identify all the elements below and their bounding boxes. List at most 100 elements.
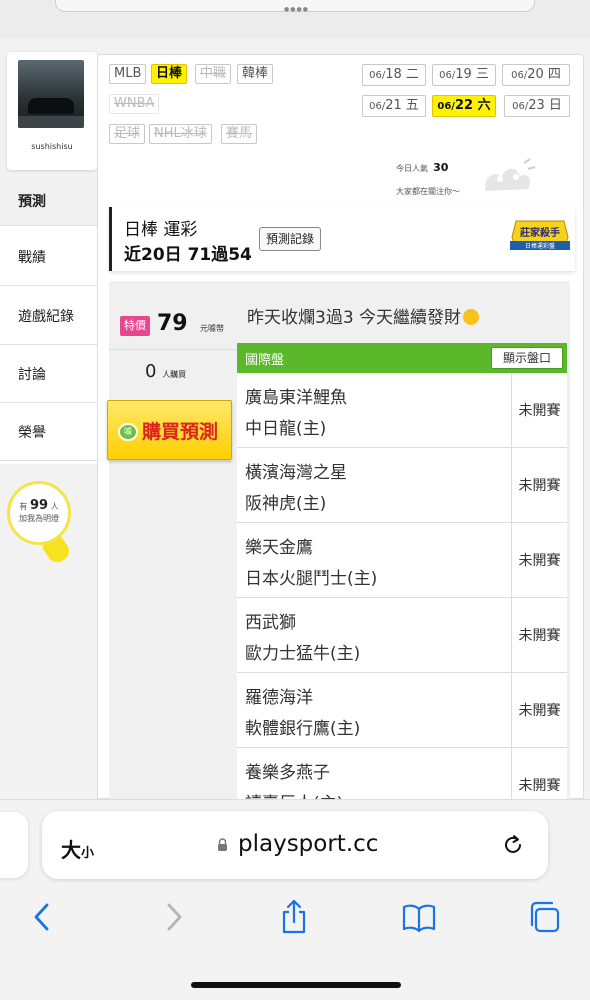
table-row[interactable]: 西武獅 歐力士猛牛(主) 未開賽 <box>237 598 567 673</box>
home-team: 中日龍(主) <box>245 419 327 439</box>
table-row[interactable]: 橫濱海灣之星 阪神虎(主) 未開賽 <box>237 448 567 523</box>
prediction-category: 日棒 運彩 <box>124 220 198 240</box>
date-weekday: 五 <box>405 98 419 113</box>
date-month: 06/ <box>439 70 456 81</box>
special-price-tag: 特價 <box>120 316 150 336</box>
league-tag-horse-racing: 賽馬 <box>221 124 258 144</box>
league-tag-cpbl: 中職 <box>195 64 232 84</box>
game-status: 未開賽 <box>511 448 567 522</box>
market-label: 國際盤 <box>245 353 285 368</box>
game-status: 未開賽 <box>511 748 567 799</box>
forward-icon <box>167 903 182 931</box>
game-status: 未開賽 <box>511 673 567 747</box>
buy-prediction-label: 購買預測 <box>142 421 219 443</box>
price-unit: 元噱幣 <box>200 324 224 333</box>
away-team: 養樂多燕子 <box>245 763 330 783</box>
date-0620[interactable]: 06/20 四 <box>502 64 570 86</box>
table-row[interactable]: 樂天金鷹 日本火腿鬥士(主) 未開賽 <box>237 523 567 598</box>
text-size-button[interactable]: 大小 <box>61 834 94 863</box>
bookmaker-killer-badge-icon: 莊家殺手 日棒運彩盤 <box>510 220 570 250</box>
buy-prediction-button[interactable]: 噱 購買預測 <box>107 400 232 460</box>
table-row[interactable]: 廣島東洋鯉魚 中日龍(主) 未開賽 <box>237 373 567 448</box>
date-0618[interactable]: 06/18 二 <box>362 64 426 86</box>
popularity-today: 今日人氣 30 <box>396 161 448 174</box>
home-team: 阪神虎(主) <box>245 494 327 514</box>
money-face-emoji-icon <box>463 309 480 325</box>
away-team: 廣島東洋鯉魚 <box>245 388 347 408</box>
show-odds-button[interactable]: 顯示盤口 <box>491 347 563 369</box>
coin-icon: 噱 <box>118 423 138 441</box>
date-weekday: 三 <box>475 67 489 82</box>
lock-icon <box>218 838 227 851</box>
sidebar-item-game-log[interactable]: 遊戲紀錄 <box>0 287 98 345</box>
prediction-history-button[interactable]: 預測記錄 <box>259 227 322 251</box>
table-row[interactable]: 養樂多燕子 讀賣巨人(主) 未開賽 <box>237 748 567 799</box>
game-status: 未開賽 <box>511 373 567 447</box>
league-tag-npb[interactable]: 日棒 <box>151 64 188 84</box>
bookmarks-icon[interactable] <box>401 899 437 935</box>
home-team: 讀賣巨人(主) <box>245 789 343 799</box>
avatar-road <box>18 116 84 128</box>
league-tag-mlb[interactable]: MLB <box>109 64 147 84</box>
address-bar[interactable]: 大小 playsport.cc <box>42 811 548 879</box>
sidebar-item-predictions[interactable]: 預測 <box>0 176 98 226</box>
back-icon[interactable] <box>25 899 61 935</box>
price-amount: 79 <box>157 311 188 336</box>
games-table-header: 國際盤 顯示盤口 <box>237 343 567 373</box>
tabs-icon[interactable] <box>526 899 562 935</box>
badge-title: 莊家殺手 <box>519 226 560 239</box>
date-day: 23 <box>528 98 545 113</box>
badge-subtitle: 日棒運彩盤 <box>525 242 555 250</box>
date-day: 19 <box>455 67 472 82</box>
fans-prefix: 有 <box>19 502 28 511</box>
date-0621[interactable]: 06/21 五 <box>362 95 426 117</box>
sidebar-item-discussion[interactable]: 討論 <box>0 345 98 403</box>
buyer-count-unit: 人購買 <box>162 370 187 379</box>
table-row[interactable]: 羅德海洋 軟體銀行鷹(主) 未開賽 <box>237 673 567 748</box>
fans-count: 99 <box>29 498 49 513</box>
sidebar-item-honors[interactable]: 榮譽 <box>0 403 98 461</box>
game-status: 未開賽 <box>511 523 567 597</box>
date-weekday: 四 <box>547 67 561 82</box>
fans-caption: 加我為明燈 <box>19 514 59 523</box>
games-table: 國際盤 顯示盤口 廣島東洋鯉魚 中日龍(主) 未開賽 橫濱海灣之星 阪神虎(主)… <box>237 343 567 799</box>
date-weekday: 二 <box>405 67 419 82</box>
date-month: 06/ <box>369 101 386 112</box>
date-month: 06/ <box>511 70 528 81</box>
buyer-count: 0 人購買 <box>145 361 186 382</box>
fans-lightbulb[interactable]: 有 99 人 加我為明燈 <box>7 481 71 545</box>
username[interactable]: sushishisu <box>7 142 97 151</box>
browser-toolbar: 大小 playsport.cc <box>0 799 590 1000</box>
fans-unit: 人 <box>50 502 59 511</box>
text-size-small: 小 <box>81 846 95 861</box>
sidebar-menu: 預測 戰績 遊戲紀錄 討論 榮譽 <box>0 176 98 464</box>
share-icon[interactable] <box>276 899 312 935</box>
date-0622[interactable]: 06/22 六 <box>432 95 496 117</box>
divider <box>109 349 237 350</box>
date-day: 22 <box>454 98 474 113</box>
page-top-strip: ●●●● <box>0 0 590 38</box>
date-month: 06/ <box>369 70 386 81</box>
home-indicator <box>191 982 401 988</box>
date-0619[interactable]: 06/19 三 <box>432 64 496 86</box>
date-0623[interactable]: 06/23 日 <box>504 95 570 117</box>
popularity-label: 今日人氣 <box>396 164 428 173</box>
home-team: 歐力士猛牛(主) <box>245 644 361 664</box>
mascot-icon <box>485 158 536 191</box>
page-dots-icon: ●●●● <box>284 6 309 13</box>
reload-icon[interactable] <box>500 832 526 858</box>
prediction-message-text: 昨天收爛3過3 今天繼續發財 <box>247 308 462 328</box>
avatar[interactable] <box>18 60 84 128</box>
sidebar-item-record[interactable]: 戰績 <box>0 228 98 286</box>
previous-tab-preview[interactable] <box>0 812 28 878</box>
buyer-count-value: 0 <box>145 361 157 382</box>
popularity-caption: 大家都在關注你～ <box>396 187 460 196</box>
league-tag-nhl: NHL冰球 <box>149 124 212 144</box>
home-team: 軟體銀行鷹(主) <box>245 719 361 739</box>
url-text: playsport.cc <box>238 831 379 857</box>
league-tag-soccer: 足球 <box>109 124 146 144</box>
popularity-value: 30 <box>433 161 449 174</box>
date-weekday: 日 <box>548 98 562 113</box>
user-card[interactable]: sushishisu <box>7 52 97 170</box>
league-tag-kbo[interactable]: 韓棒 <box>237 64 274 84</box>
